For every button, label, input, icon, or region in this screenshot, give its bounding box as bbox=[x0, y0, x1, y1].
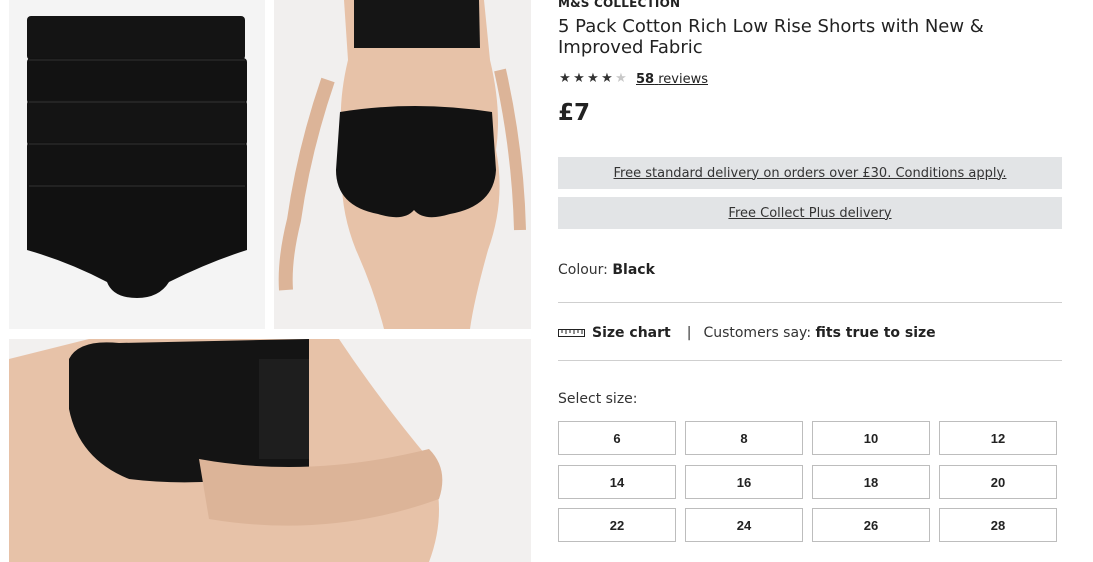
divider bbox=[558, 360, 1062, 361]
select-size-label: Select size: bbox=[558, 391, 638, 407]
collect-plus-delivery-label: Free Collect Plus delivery bbox=[728, 205, 892, 221]
size-option-14[interactable]: 14 bbox=[558, 465, 676, 499]
ruler-icon bbox=[558, 329, 585, 337]
size-option-28[interactable]: 28 bbox=[939, 508, 1057, 542]
rating-stars: ★ ★ ★ ★ ★ bbox=[558, 71, 628, 87]
size-option-12[interactable]: 12 bbox=[939, 421, 1057, 455]
model-side-illustration bbox=[9, 339, 443, 562]
product-model-back-image[interactable] bbox=[274, 0, 531, 329]
size-option-10[interactable]: 10 bbox=[812, 421, 930, 455]
colour-label: Colour: bbox=[558, 262, 608, 278]
size-option-26[interactable]: 26 bbox=[812, 508, 930, 542]
product-folded-shorts-image[interactable] bbox=[9, 0, 265, 329]
divider bbox=[558, 302, 1062, 303]
colour-value: Black bbox=[612, 262, 655, 278]
customers-say-label: Customers say: bbox=[703, 325, 812, 341]
collect-plus-delivery-link[interactable]: Free Collect Plus delivery bbox=[558, 197, 1062, 229]
product-price: £7 bbox=[558, 100, 591, 126]
size-option-20[interactable]: 20 bbox=[939, 465, 1057, 499]
reviews-link[interactable]: 58 reviews bbox=[636, 72, 708, 87]
size-option-18[interactable]: 18 bbox=[812, 465, 930, 499]
size-option-24[interactable]: 24 bbox=[685, 508, 803, 542]
size-option-16[interactable]: 16 bbox=[685, 465, 803, 499]
colour-selection: Colour: Black bbox=[558, 262, 655, 278]
folded-shorts-illustration bbox=[27, 16, 247, 298]
fit-info: Size chart | Customers say: fits true to… bbox=[558, 324, 936, 342]
size-chart-link[interactable]: Size chart bbox=[592, 325, 671, 341]
star-icon: ★ bbox=[559, 71, 571, 86]
brand-name[interactable]: M&S COLLECTION bbox=[558, 0, 680, 10]
reviews-label: reviews bbox=[658, 71, 708, 87]
model-back-illustration bbox=[278, 0, 526, 329]
size-option-8[interactable]: 8 bbox=[685, 421, 803, 455]
fit-separator: | bbox=[686, 325, 692, 341]
product-title: 5 Pack Cotton Rich Low Rise Shorts with … bbox=[558, 16, 984, 58]
size-option-6[interactable]: 6 bbox=[558, 421, 676, 455]
product-model-side-image[interactable] bbox=[9, 339, 531, 562]
customers-say-value: fits true to size bbox=[815, 325, 936, 341]
star-icon: ★ bbox=[601, 71, 613, 86]
reviews-count: 58 bbox=[636, 71, 655, 87]
product-rating[interactable]: ★ ★ ★ ★ ★ 58 reviews bbox=[558, 71, 708, 87]
product-gallery bbox=[0, 0, 545, 562]
size-option-22[interactable]: 22 bbox=[558, 508, 676, 542]
star-icon: ★ bbox=[615, 71, 627, 86]
star-icon: ★ bbox=[587, 71, 599, 86]
standard-delivery-label: Free standard delivery on orders over £3… bbox=[613, 165, 1007, 181]
standard-delivery-link[interactable]: Free standard delivery on orders over £3… bbox=[558, 157, 1062, 189]
star-icon: ★ bbox=[573, 71, 585, 86]
